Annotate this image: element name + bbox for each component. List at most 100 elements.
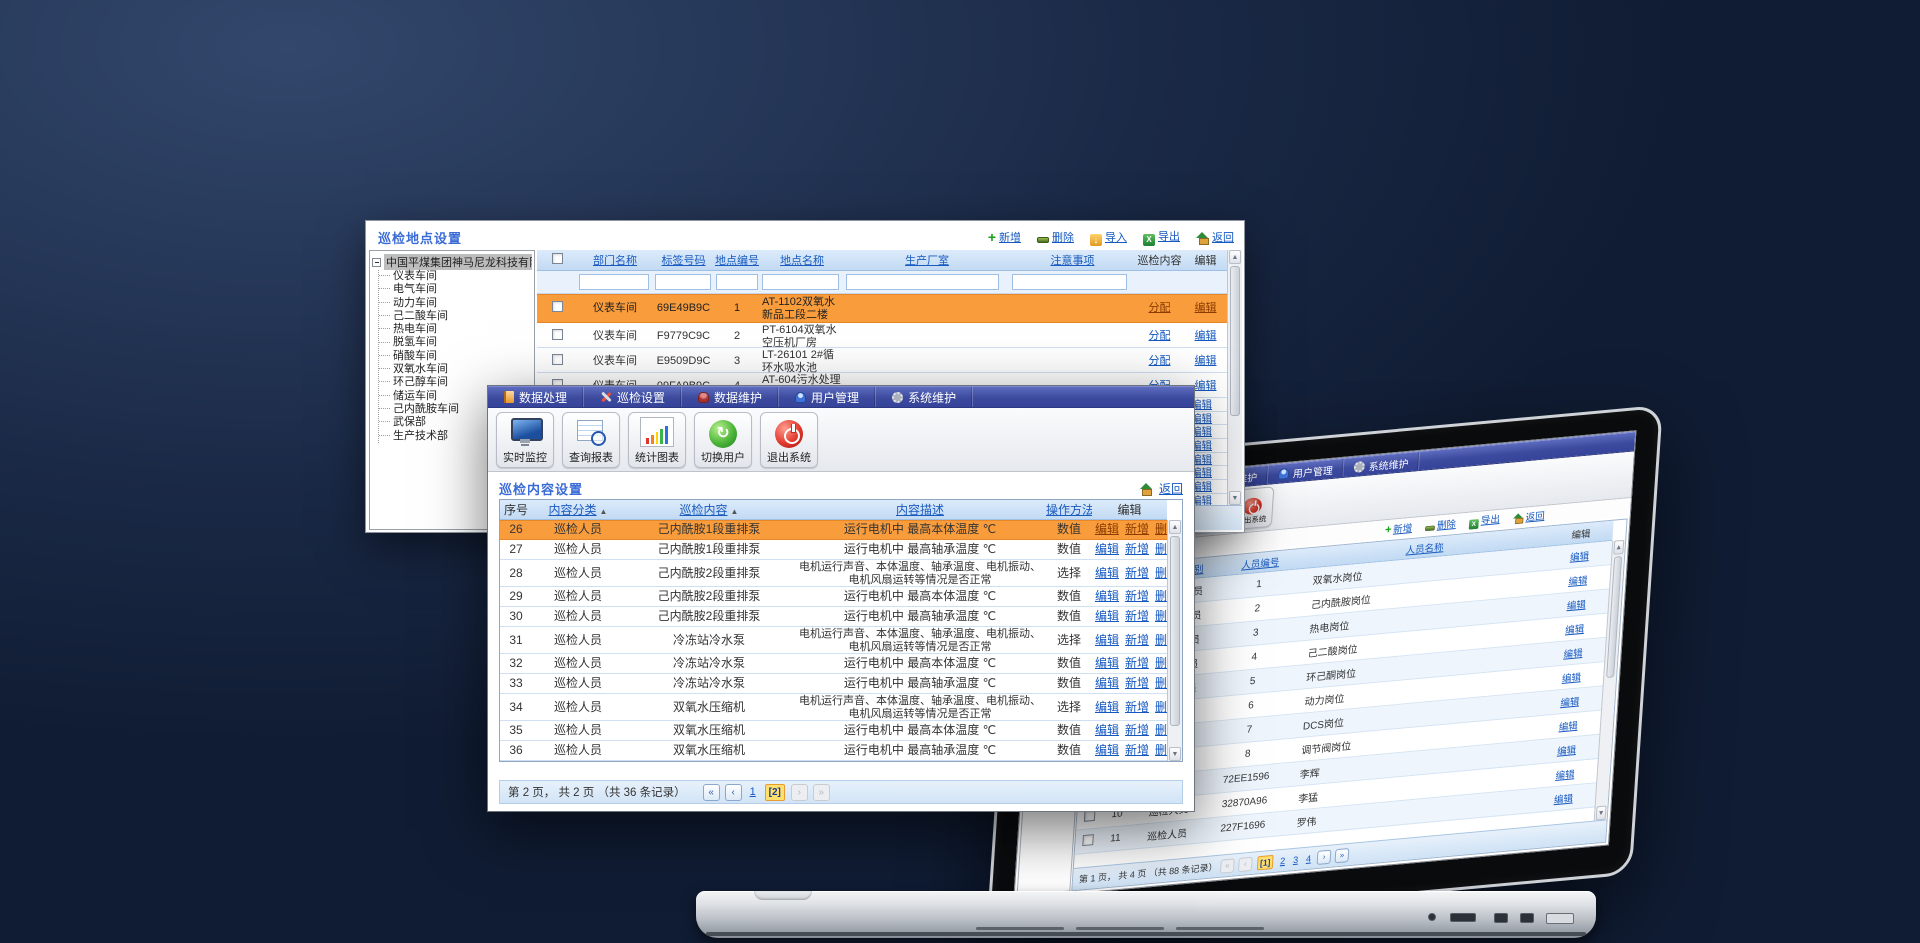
edit-link[interactable]: 编辑 xyxy=(1095,523,1119,537)
tree-item[interactable]: 热电车间 xyxy=(379,323,532,336)
edit-link[interactable]: 编辑 xyxy=(1557,744,1577,757)
col-header[interactable]: 标签号码 xyxy=(653,252,714,268)
tree-item[interactable]: 仪表车间 xyxy=(379,270,532,283)
laptop-delete-link[interactable]: 删除 xyxy=(1424,516,1457,533)
table-scrollbar[interactable]: ▲ ▼ xyxy=(1167,520,1182,761)
edit-link[interactable]: 编辑 xyxy=(1563,647,1583,660)
table-row[interactable]: 29巡检人员己内酰胺2段重排泵运行电机中 最高本体温度 ℃数值编辑新增删除 xyxy=(500,587,1167,607)
row-checkbox[interactable] xyxy=(552,301,563,312)
assign-link[interactable]: 分配 xyxy=(1149,302,1171,314)
edit-link[interactable]: 编辑 xyxy=(1095,724,1119,738)
col-header-sortable[interactable]: 操作方法 xyxy=(1046,501,1092,518)
filter-dept-input[interactable] xyxy=(579,274,649,290)
menu-data-processing[interactable]: 数据处理 xyxy=(488,387,584,407)
export-link[interactable]: X导出 xyxy=(1143,228,1180,246)
page-link[interactable]: 4 xyxy=(1306,853,1312,864)
delete-link[interactable]: 删除 xyxy=(1037,229,1074,245)
scroll-thumb[interactable] xyxy=(1230,266,1240,416)
col-header[interactable]: 地点名称 xyxy=(760,252,844,268)
table-row[interactable]: 28巡检人员己内酰胺2段重排泵电机运行声音、本体温度、轴承温度、电机振动、电机风… xyxy=(500,560,1167,587)
filter-notes-input[interactable] xyxy=(1012,274,1127,290)
add-link[interactable]: 新增 xyxy=(1125,701,1149,715)
table-row[interactable]: 仪表车间E9509D9C3 LT-26101 2#循环水吸水池 分配 编辑 xyxy=(537,348,1227,373)
last-page-button[interactable]: » xyxy=(1335,847,1350,862)
tree-item[interactable]: 脱氢车间 xyxy=(379,336,532,349)
edit-link[interactable]: 编辑 xyxy=(1555,769,1575,782)
filter-plant-input[interactable] xyxy=(846,274,999,290)
table-row-selected[interactable]: 26巡检人员己内酰胺1段重排泵运行电机中 最高本体温度 ℃数值编辑新增删除 xyxy=(500,520,1167,540)
statistics-chart-button[interactable]: 统计图表 xyxy=(628,412,686,468)
add-link[interactable]: 新增 xyxy=(1125,523,1149,537)
page-link[interactable]: 1 xyxy=(750,786,756,798)
add-link[interactable]: +新增 xyxy=(988,229,1021,245)
next-page-button[interactable]: › xyxy=(1317,849,1332,864)
add-link[interactable]: 新增 xyxy=(1125,610,1149,624)
edit-link[interactable]: 编辑 xyxy=(1195,330,1217,342)
edit-link[interactable]: 编辑 xyxy=(1570,550,1590,563)
menu-system-maintenance[interactable]: 系统维护 xyxy=(876,387,973,407)
select-all-checkbox[interactable] xyxy=(552,253,563,264)
first-page-button[interactable]: « xyxy=(1220,858,1235,873)
page-link[interactable]: 2 xyxy=(1280,855,1286,866)
query-report-button[interactable]: 查询报表 xyxy=(562,412,620,468)
table-row[interactable]: 36巡检人员双氧水压缩机运行电机中 最高轴承温度 ℃数值编辑新增删除 xyxy=(500,741,1167,761)
scroll-up-arrow[interactable]: ▲ xyxy=(1229,250,1241,264)
add-link[interactable]: 新增 xyxy=(1125,543,1149,557)
filter-tag-input[interactable] xyxy=(655,274,711,290)
col-header[interactable]: 地点编号 xyxy=(714,252,760,268)
table-row[interactable]: 31巡检人员冷冻站冷水泵电机运行声音、本体温度、轴承温度、电机振动、电机风扇运转… xyxy=(500,627,1167,654)
col-header[interactable]: 注意事项 xyxy=(1010,252,1135,268)
edit-link[interactable]: 编辑 xyxy=(1558,720,1578,733)
edit-link[interactable]: 编辑 xyxy=(1095,657,1119,671)
exit-system-button[interactable]: 退出系统 xyxy=(760,412,818,468)
edit-link[interactable]: 编辑 xyxy=(1095,543,1119,557)
edit-link[interactable]: 编辑 xyxy=(1568,575,1588,588)
edit-link[interactable]: 编辑 xyxy=(1566,599,1586,612)
realtime-monitor-button[interactable]: 实时监控 xyxy=(496,412,554,468)
last-page-button[interactable]: » xyxy=(813,784,830,801)
edit-link[interactable]: 编辑 xyxy=(1195,380,1217,392)
edit-link[interactable]: 编辑 xyxy=(1095,567,1119,581)
edit-link[interactable]: 编辑 xyxy=(1565,623,1585,636)
edit-link[interactable]: 编辑 xyxy=(1095,590,1119,604)
add-link[interactable]: 新增 xyxy=(1125,590,1149,604)
menu-data-maintenance[interactable]: 数据维护 xyxy=(682,387,779,407)
scroll-down-arrow[interactable]: ▼ xyxy=(1596,805,1607,820)
edit-link[interactable]: 编辑 xyxy=(1195,355,1217,367)
row-checkbox[interactable] xyxy=(552,354,563,365)
add-link[interactable]: 新增 xyxy=(1125,567,1149,581)
tree-item[interactable]: 动力车间 xyxy=(379,297,532,310)
tree-item[interactable]: 己二酸车间 xyxy=(379,310,532,323)
edit-link[interactable]: 编辑 xyxy=(1554,793,1574,806)
table-row[interactable]: 32巡检人员冷冻站冷水泵运行电机中 最高本体温度 ℃数值编辑新增删除 xyxy=(500,654,1167,674)
scroll-up-arrow[interactable]: ▲ xyxy=(1169,520,1181,534)
import-link[interactable]: ↓导入 xyxy=(1090,229,1127,246)
menu-user-management[interactable]: 用户管理 xyxy=(779,387,876,407)
laptop-back-link[interactable]: 返回 xyxy=(1511,508,1545,525)
row-checkbox[interactable] xyxy=(1082,834,1094,846)
scroll-up-arrow[interactable]: ▲ xyxy=(1613,540,1624,555)
prev-page-button[interactable]: ‹ xyxy=(725,784,742,801)
col-header-sortable[interactable]: 内容描述 xyxy=(794,501,1046,518)
edit-link[interactable]: 编辑 xyxy=(1195,302,1217,314)
tree-root-node[interactable]: 中国平煤集团神马尼龙科技有限公司 xyxy=(372,254,532,270)
next-page-button[interactable]: › xyxy=(791,784,808,801)
assign-link[interactable]: 分配 xyxy=(1149,330,1171,342)
scroll-down-arrow[interactable]: ▼ xyxy=(1169,747,1181,761)
table-row[interactable]: 33巡检人员冷冻站冷水泵运行电机中 最高轴承温度 ℃数值编辑新增删除 xyxy=(500,674,1167,694)
page-link[interactable]: 3 xyxy=(1293,854,1299,865)
menu-inspection-settings[interactable]: 巡检设置 xyxy=(584,387,682,407)
filter-name-input[interactable] xyxy=(762,274,839,290)
scroll-down-arrow[interactable]: ▼ xyxy=(1229,491,1241,505)
scroll-thumb[interactable] xyxy=(1170,536,1180,726)
edit-link[interactable]: 编辑 xyxy=(1560,696,1580,709)
filter-number-input[interactable] xyxy=(716,274,758,290)
switch-user-button[interactable]: ↻切换用户 xyxy=(694,412,752,468)
tree-collapse-icon[interactable] xyxy=(372,258,381,267)
table-row[interactable]: 35巡检人员双氧水压缩机运行电机中 最高本体温度 ℃数值编辑新增删除 xyxy=(500,721,1167,741)
edit-link[interactable]: 编辑 xyxy=(1095,701,1119,715)
add-link[interactable]: 新增 xyxy=(1125,634,1149,648)
table-scrollbar[interactable]: ▲ ▼ xyxy=(1227,250,1242,505)
add-link[interactable]: 新增 xyxy=(1125,744,1149,758)
table-row-selected[interactable]: 仪表车间69E49B9C1 AT-1102双氧水新品工段二楼 分配 编辑 xyxy=(537,294,1227,323)
